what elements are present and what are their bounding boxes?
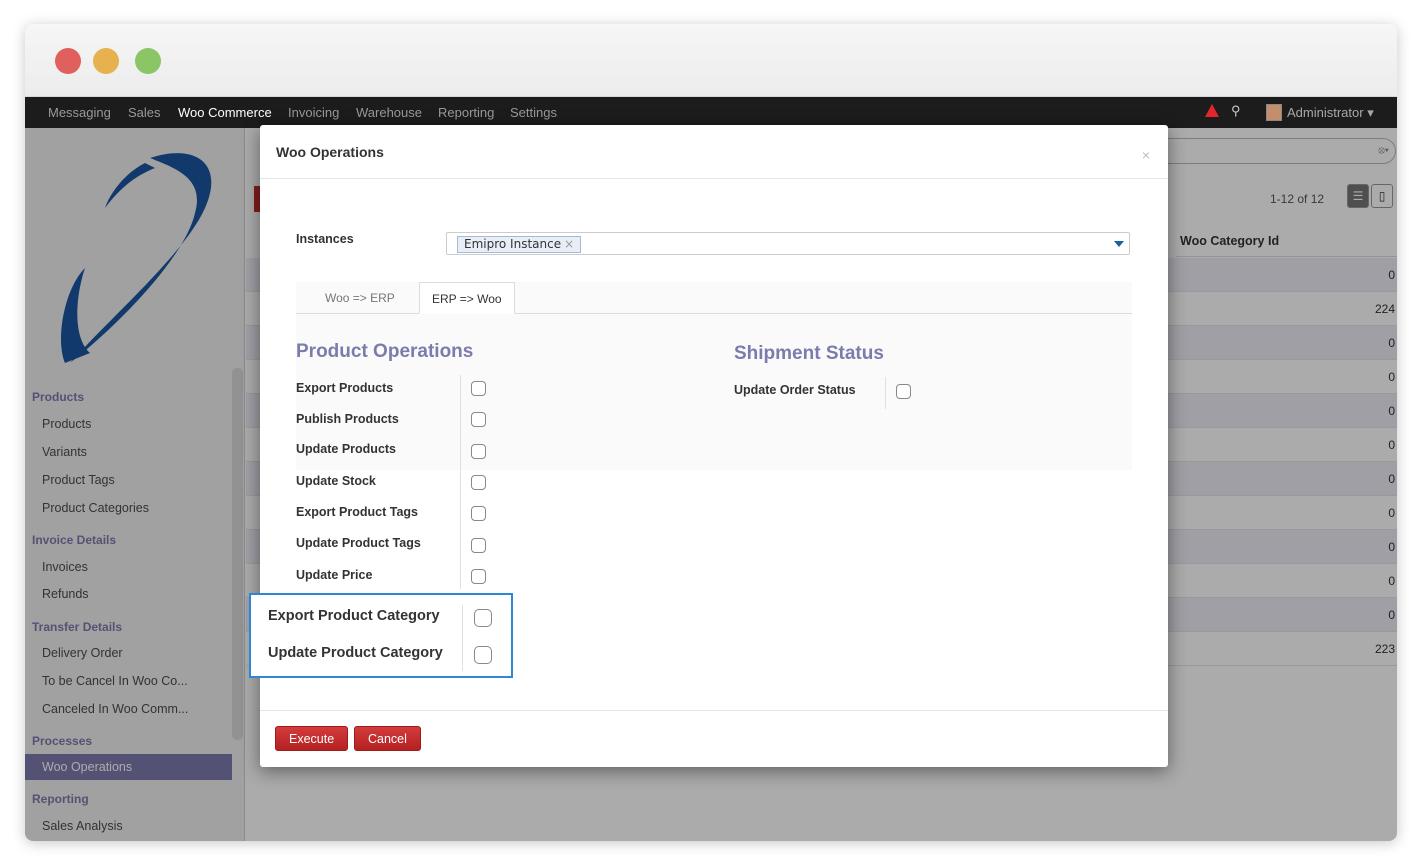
remove-tag-icon[interactable]: × [564,237,574,251]
execute-button[interactable]: Execute [275,726,349,751]
update-products-label: Update Products [296,442,397,456]
alert-icon[interactable] [1205,104,1219,117]
nav-sales[interactable]: Sales [128,105,161,120]
operations-notebook: Woo => ERP ERP => Woo [296,282,1132,470]
nav-reporting[interactable]: Reporting [438,105,494,120]
avatar[interactable] [1266,104,1282,121]
app-window: Messaging Sales Woo Commerce Invoicing W… [25,24,1397,841]
minimize-window-button[interactable] [93,48,119,74]
dialog-title: Woo Operations [276,144,384,160]
close-icon[interactable]: × [1142,147,1150,163]
divider [260,710,1168,711]
window-titlebar [25,24,1397,97]
export-products-label: Export Products [296,381,394,395]
top-navigation: Messaging Sales Woo Commerce Invoicing W… [25,97,1397,128]
divider [260,178,1168,179]
nav-messaging[interactable]: Messaging [48,105,111,120]
export-product-tags-checkbox[interactable] [471,506,486,521]
export-products-checkbox[interactable] [471,381,486,396]
instances-label: Instances [296,232,354,246]
tab-erp-to-woo[interactable]: ERP => Woo [419,282,515,314]
update-product-tags-label: Update Product Tags [296,536,421,550]
close-window-button[interactable] [55,48,81,74]
field-separator [462,605,463,671]
nav-woo-commerce[interactable]: Woo Commerce [178,105,272,120]
tab-woo-to-erp[interactable]: Woo => ERP [313,282,407,314]
shipment-status-title: Shipment Status [734,343,884,364]
update-price-label: Update Price [296,568,373,582]
field-separator [460,375,461,589]
nav-invoicing[interactable]: Invoicing [288,105,339,120]
update-stock-label: Update Stock [296,474,376,488]
update-product-tags-checkbox[interactable] [471,538,486,553]
update-price-checkbox[interactable] [471,569,486,584]
update-products-checkbox[interactable] [471,444,486,459]
cancel-button[interactable]: Cancel [354,726,421,751]
product-operations-title: Product Operations [296,341,474,362]
update-product-category-label: Update Product Category [268,645,443,661]
dropdown-caret-icon[interactable] [1114,241,1124,247]
highlighted-category-options: Export Product Category Update Product C… [249,593,513,678]
chat-icon[interactable]: ⚲ [1231,103,1241,119]
nav-warehouse[interactable]: Warehouse [356,105,422,120]
user-menu[interactable]: Administrator ▾ [1287,105,1374,121]
export-product-category-checkbox[interactable] [474,609,492,627]
tab-bar: Woo => ERP ERP => Woo [296,282,1132,314]
instance-tag-label: Emipro Instance [464,237,562,251]
export-product-category-label: Export Product Category [268,608,440,624]
instances-field[interactable]: Emipro Instance × [446,232,1130,255]
update-order-status-checkbox[interactable] [896,384,911,399]
update-product-category-checkbox[interactable] [474,646,492,664]
export-product-tags-label: Export Product Tags [296,505,419,519]
update-order-status-label: Update Order Status [734,383,856,397]
publish-products-checkbox[interactable] [471,412,486,427]
field-separator [885,377,886,409]
maximize-window-button[interactable] [135,48,161,74]
publish-products-label: Publish Products [296,412,399,426]
update-stock-checkbox[interactable] [471,475,486,490]
nav-settings[interactable]: Settings [510,105,557,120]
instance-tag: Emipro Instance × [457,236,582,253]
